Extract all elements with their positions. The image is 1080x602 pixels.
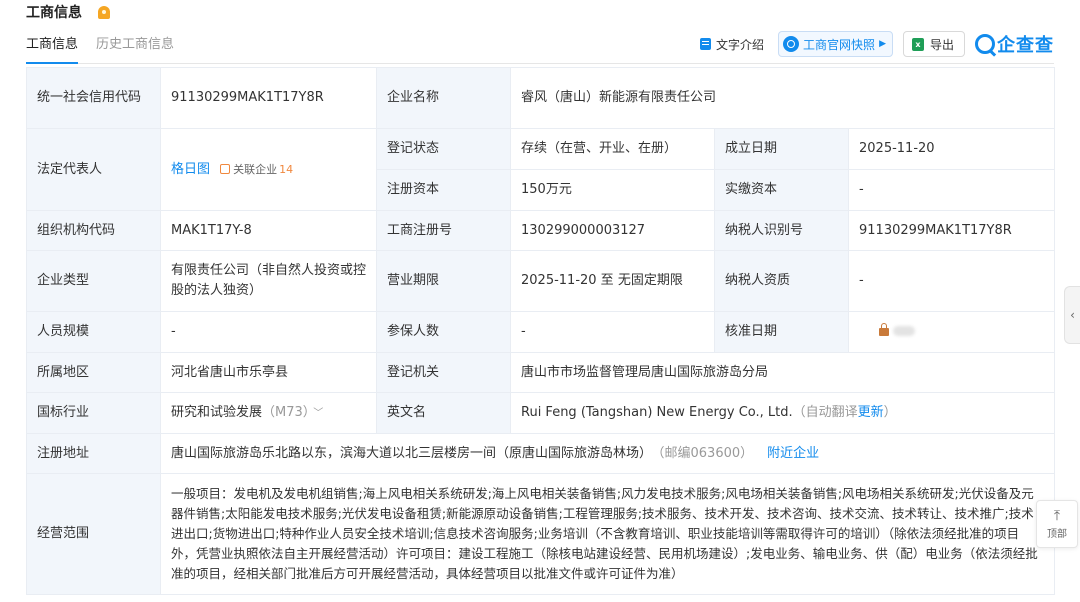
staff-size-label: 人员规模 bbox=[26, 311, 161, 353]
company-type-label: 企业类型 bbox=[26, 250, 161, 312]
business-term-value: 2025-11-20 至 无固定期限 bbox=[510, 250, 715, 312]
industry-label: 国标行业 bbox=[26, 392, 161, 434]
table-row: 所属地区 河北省唐山市乐亭县 登记机关 唐山市市场监督管理局唐山国际旅游岛分局 bbox=[26, 352, 1056, 393]
scope-cell: 一般项目：发电机及发电机组销售;海上风电相关系统研发;海上风电相关装备销售;风力… bbox=[159, 473, 1056, 595]
qichacha-logo[interactable]: 企查查 bbox=[975, 31, 1054, 57]
table-row: 统一社会信用代码 91130299MAK1T17Y8R 企业名称 睿风（唐山）新… bbox=[26, 67, 1056, 129]
taxpayer-qual-value: - bbox=[847, 250, 1056, 312]
legal-rep-label: 法定代表人 bbox=[26, 128, 161, 211]
tab-business-info[interactable]: 工商信息 bbox=[26, 34, 79, 64]
arrow-up-icon: ⤒ bbox=[1053, 507, 1061, 524]
address-cell: 唐山国际旅游岛乐北路以东，滨海大道以北三层楼房一间（原唐山国际旅游岛林场） （邮编… bbox=[159, 433, 1056, 474]
industry-cell[interactable]: 研究和试验发展（M73） ﹀ bbox=[160, 392, 377, 434]
nearby-companies-link[interactable]: 附近企业 bbox=[767, 446, 819, 461]
qichacha-logo-icon bbox=[975, 34, 995, 54]
established-value: 2025-11-20 bbox=[847, 128, 1056, 170]
credit-code-label: 统一社会信用代码 bbox=[26, 67, 161, 129]
region-value: 河北省唐山市乐亭县 bbox=[160, 352, 377, 393]
document-icon bbox=[700, 38, 712, 50]
legal-rep-name-link[interactable]: 格日图 bbox=[171, 162, 210, 177]
table-row: 注册地址 唐山国际旅游岛乐北路以东，滨海大道以北三层楼房一间（原唐山国际旅游岛林… bbox=[26, 433, 1056, 474]
company-name-value: 睿风（唐山）新能源有限责任公司 bbox=[509, 67, 1056, 129]
approval-date-label: 核准日期 bbox=[714, 311, 849, 353]
approval-date-cell bbox=[847, 311, 1056, 353]
business-term-label: 营业期限 bbox=[376, 250, 511, 312]
related-company-count[interactable]: 14 bbox=[279, 163, 293, 176]
legal-rep-cell: 格日图 关联企业 14 bbox=[160, 128, 377, 211]
status-label: 登记状态 bbox=[376, 128, 511, 170]
blurred-value[interactable] bbox=[893, 326, 915, 336]
reg-no-label: 工商注册号 bbox=[376, 210, 511, 251]
scope-label: 经营范围 bbox=[26, 473, 161, 595]
table-row: 组织机构代码 MAK1T17Y-8 工商注册号 130299000003127 … bbox=[26, 210, 1056, 251]
table-row: 法定代表人 格日图 关联企业 14 登记状态 存续（在营、开业、在册） 成立日期 … bbox=[26, 128, 1056, 211]
text-intro-label: 文字介绍 bbox=[716, 37, 765, 52]
table-row: 人员规模 - 参保人数 - 核准日期 bbox=[26, 311, 1056, 353]
back-to-top-button[interactable]: ⤒ 顶部 bbox=[1036, 500, 1078, 548]
table-row: 企业类型 有限责任公司（非自然人投资或控股的法人独资） 营业期限 2025-11… bbox=[26, 250, 1056, 312]
insured-value: - bbox=[510, 311, 715, 353]
reg-capital-value: 150万元 bbox=[510, 169, 715, 211]
insured-label: 参保人数 bbox=[376, 311, 511, 353]
related-company-icon bbox=[220, 163, 231, 174]
table-row: 经营范围 一般项目：发电机及发电机组销售;海上风电相关系统研发;海上风电相关装备… bbox=[26, 473, 1056, 595]
export-label: 导出 bbox=[929, 37, 954, 52]
credit-code-value: 91130299MAK1T17Y8R bbox=[160, 67, 377, 129]
authority-label: 登记机关 bbox=[376, 352, 511, 393]
address-label: 注册地址 bbox=[26, 433, 161, 474]
english-name-value: Rui Feng (Tangshan) New Energy Co., Ltd. bbox=[521, 405, 793, 420]
toolbar: 文字介绍 工商官网快照 ▶ x 导出 企查查 bbox=[700, 30, 1054, 58]
export-button[interactable]: x 导出 bbox=[902, 31, 965, 57]
excel-icon: x bbox=[911, 37, 924, 51]
authority-value: 唐山市市场监督管理局唐山国际旅游岛分局 bbox=[509, 352, 1056, 393]
paid-capital-value: - bbox=[847, 169, 1056, 211]
industry-code: （M73） bbox=[262, 404, 310, 420]
chevron-left-icon: ‹ bbox=[1070, 308, 1075, 322]
bell-icon[interactable] bbox=[98, 5, 110, 19]
section-header: 工商信息 bbox=[26, 2, 110, 22]
back-to-top-label: 顶部 bbox=[1047, 528, 1067, 540]
org-code-value: MAK1T17Y-8 bbox=[160, 210, 377, 251]
auto-translate-note: （自动翻译 bbox=[792, 405, 858, 420]
address-value: 唐山国际旅游岛乐北路以东，滨海大道以北三层楼房一间（原唐山国际旅游岛林场） bbox=[171, 445, 653, 461]
caret-right-icon: ▶ bbox=[879, 39, 886, 49]
english-name-label: 英文名 bbox=[376, 392, 511, 434]
company-name-label: 企业名称 bbox=[376, 67, 511, 129]
chevron-down-icon[interactable]: ﹀ bbox=[313, 408, 323, 419]
staff-size-value: - bbox=[160, 311, 377, 353]
company-type-value: 有限责任公司（非自然人投资或控股的法人独资） bbox=[160, 250, 377, 312]
official-snapshot-label: 工商官网快照 bbox=[803, 37, 876, 52]
scope-value: 一般项目：发电机及发电机组销售;海上风电相关系统研发;海上风电相关装备销售;风力… bbox=[171, 486, 1038, 581]
org-code-label: 组织机构代码 bbox=[26, 210, 161, 251]
region-label: 所属地区 bbox=[26, 352, 161, 393]
tab-history-business-info[interactable]: 历史工商信息 bbox=[96, 34, 174, 63]
section-title: 工商信息 bbox=[26, 5, 82, 21]
established-label: 成立日期 bbox=[714, 128, 849, 170]
business-info-table: 统一社会信用代码 91130299MAK1T17Y8R 企业名称 睿风（唐山）新… bbox=[26, 67, 1056, 595]
table-row: 国标行业 研究和试验发展（M73） ﹀ 英文名 Rui Feng (Tangsha… bbox=[26, 392, 1056, 434]
logo-text: 企查查 bbox=[997, 35, 1054, 56]
update-link[interactable]: 更新 bbox=[858, 405, 884, 420]
postcode: （邮编063600） bbox=[658, 445, 754, 461]
close-paren: ） bbox=[883, 405, 897, 420]
taxpayer-id-value: 91130299MAK1T17Y8R bbox=[847, 210, 1056, 251]
industry-value: 研究和试验发展 bbox=[171, 404, 263, 420]
taxpayer-id-label: 纳税人识别号 bbox=[714, 210, 849, 251]
reg-capital-label: 注册资本 bbox=[376, 169, 511, 211]
reg-no-value: 130299000003127 bbox=[510, 210, 715, 251]
official-snapshot-button[interactable]: 工商官网快照 ▶ bbox=[778, 31, 893, 57]
text-intro-button[interactable]: 文字介绍 bbox=[700, 36, 764, 53]
side-collapse-button[interactable]: ‹ bbox=[1064, 286, 1080, 344]
english-name-cell: Rui Feng (Tangshan) New Energy Co., Ltd.… bbox=[509, 392, 1056, 434]
status-value: 存续（在营、开业、在册） bbox=[510, 128, 715, 170]
related-company-label[interactable]: 关联企业 bbox=[233, 163, 277, 176]
taxpayer-qual-label: 纳税人资质 bbox=[714, 250, 849, 312]
paid-capital-label: 实缴资本 bbox=[714, 169, 849, 211]
snapshot-icon bbox=[783, 36, 800, 52]
lock-icon[interactable] bbox=[879, 323, 889, 336]
